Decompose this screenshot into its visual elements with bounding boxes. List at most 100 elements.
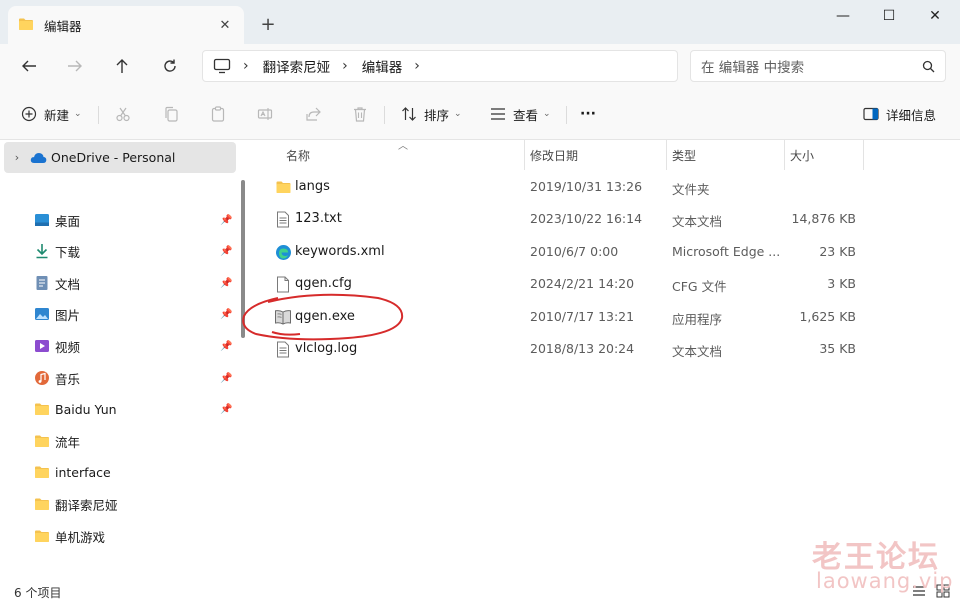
column-type[interactable]: 类型: [672, 147, 696, 164]
edge-icon: [274, 243, 292, 261]
item-count: 6 个项目: [14, 586, 62, 600]
file-date: 2023/10/22 16:14: [530, 211, 643, 226]
chevron-down-icon: ⌄: [74, 109, 82, 119]
file-row-langs[interactable]: langs 2019/10/31 13:26 文件夹: [270, 171, 864, 203]
pin-icon[interactable]: 📌: [220, 215, 232, 226]
view-button[interactable]: 查看 ⌄: [489, 102, 551, 126]
sidebar-item-desktop[interactable]: 桌面 📌: [0, 206, 240, 234]
pin-icon[interactable]: 📌: [220, 404, 232, 415]
desktop-icon: [34, 212, 50, 228]
sidebar-item-downloads[interactable]: 下载 📌: [0, 237, 240, 265]
paste-icon[interactable]: [207, 103, 229, 125]
file-name: qgen.cfg: [295, 276, 352, 291]
sort-ascending-icon: ︿: [398, 141, 408, 152]
details-pane-button[interactable]: 详细信息: [862, 102, 936, 126]
sidebar-item-label: 翻译索尼娅: [55, 497, 118, 513]
sidebar-item-label: 单机游戏: [55, 529, 106, 545]
file-name: vlclog.log: [295, 341, 358, 356]
forward-button[interactable]: [60, 52, 90, 80]
refresh-button[interactable]: [155, 52, 185, 80]
sidebar-item-pictures[interactable]: 图片 📌: [0, 300, 240, 328]
file-row-qgen-exe[interactable]: qgen.exe 2010/7/17 13:21 应用程序 1,625 KB: [270, 301, 864, 333]
column-name[interactable]: 名称: [286, 147, 310, 164]
folder-icon: [34, 496, 50, 512]
folder-icon: [34, 433, 50, 449]
breadcrumb-item-parent[interactable]: 翻译索尼娅: [263, 56, 331, 76]
cut-icon[interactable]: [112, 103, 134, 125]
up-button[interactable]: [107, 52, 137, 80]
sidebar-scrollbar[interactable]: [241, 180, 245, 338]
pin-icon[interactable]: 📌: [220, 341, 232, 352]
sidebar-item-label: Baidu Yun: [55, 401, 117, 417]
file-row-keywords-xml[interactable]: keywords.xml 2010/6/7 0:00 Microsoft Edg…: [270, 236, 864, 268]
column-divider[interactable]: [863, 140, 864, 170]
file-name: 123.txt: [295, 211, 342, 226]
column-header-row: ︿ 名称 修改日期 类型 大小: [252, 140, 864, 170]
file-name: keywords.xml: [295, 244, 385, 259]
sidebar-item-interface[interactable]: interface: [0, 458, 240, 486]
file-type: 文本文档: [672, 344, 723, 359]
sidebar-item-liunian[interactable]: 流年: [0, 427, 240, 455]
maximize-button[interactable]: ☐: [866, 0, 912, 32]
file-list: ︿ 名称 修改日期 类型 大小 langs 2019/10/31 13:26 文…: [252, 140, 960, 575]
arrow-up-icon: [116, 59, 128, 73]
sidebar-item-baidu-yun[interactable]: Baidu Yun 📌: [0, 395, 240, 423]
arrow-right-icon: [68, 60, 82, 72]
file-row-vlclog-log[interactable]: vlclog.log 2018/8/13 20:24 文本文档 35 KB: [270, 333, 864, 365]
file-date: 2010/7/17 13:21: [530, 309, 635, 324]
more-options-button[interactable]: ···: [580, 102, 596, 126]
picture-icon: [34, 306, 50, 322]
sidebar-item-onedrive[interactable]: › OneDrive - Personal: [4, 142, 236, 173]
chevron-right-icon[interactable]: ›: [414, 58, 420, 74]
folder-icon: [274, 178, 292, 196]
file-type: 应用程序: [672, 312, 723, 327]
file-size: 35 KB: [819, 341, 856, 356]
search-placeholder: 在 编辑器 中搜索: [701, 60, 805, 76]
sidebar-item-single-player-games[interactable]: 单机游戏: [0, 522, 240, 550]
sort-icon: [400, 105, 418, 123]
file-size: 14,876 KB: [791, 211, 856, 226]
cloud-icon: [30, 152, 47, 164]
sidebar-item-videos[interactable]: 视频 📌: [0, 332, 240, 360]
chevron-right-icon: ›: [342, 58, 348, 74]
sort-button[interactable]: 排序 ⌄: [400, 102, 462, 126]
search-input[interactable]: 在 编辑器 中搜索: [690, 50, 946, 82]
navigation-pane: › OneDrive - Personal 桌面 📌 下载 📌 文档 📌 图片 …: [0, 140, 242, 575]
column-date[interactable]: 修改日期: [530, 147, 578, 164]
column-size[interactable]: 大小: [790, 147, 814, 164]
folder-icon: [34, 528, 50, 544]
breadcrumb-item-current[interactable]: 编辑器: [362, 56, 403, 76]
file-row-123-txt[interactable]: 123.txt 2023/10/22 16:14 文本文档 14,876 KB: [270, 203, 864, 235]
sidebar-item-label: 音乐: [55, 371, 81, 387]
chevron-right-icon[interactable]: ›: [4, 151, 30, 164]
close-window-button[interactable]: ✕: [912, 0, 958, 32]
back-button[interactable]: [14, 52, 44, 80]
close-tab-icon[interactable]: ✕: [216, 16, 234, 34]
minimize-button[interactable]: —: [820, 0, 866, 32]
column-divider[interactable]: [524, 140, 525, 170]
pin-icon[interactable]: 📌: [220, 309, 232, 320]
search-icon: [922, 60, 935, 73]
file-type: Microsoft Edge ...: [672, 244, 781, 259]
pin-icon[interactable]: 📌: [220, 246, 232, 257]
rename-icon[interactable]: [254, 103, 276, 125]
share-icon[interactable]: [302, 103, 324, 125]
folder-icon: [34, 401, 50, 417]
sidebar-item-label: 流年: [55, 434, 81, 450]
sidebar-item-documents[interactable]: 文档 📌: [0, 269, 240, 297]
new-tab-button[interactable]: +: [258, 14, 278, 35]
delete-icon[interactable]: [349, 103, 371, 125]
sidebar-item-translate-sonia[interactable]: 翻译索尼娅: [0, 490, 240, 518]
file-row-qgen-cfg[interactable]: qgen.cfg 2024/2/21 14:20 CFG 文件 3 KB: [270, 268, 864, 300]
address-bar[interactable]: › 翻译索尼娅 › 编辑器 ›: [202, 50, 678, 82]
file-icon: [274, 275, 292, 293]
sidebar-item-music[interactable]: 音乐 📌: [0, 364, 240, 392]
copy-icon[interactable]: [160, 103, 182, 125]
column-divider[interactable]: [666, 140, 667, 170]
new-button[interactable]: 新建 ⌄: [20, 102, 82, 126]
chevron-down-icon: ⌄: [543, 109, 551, 119]
column-divider[interactable]: [784, 140, 785, 170]
tab-editor[interactable]: 编辑器 ✕: [8, 6, 244, 44]
pin-icon[interactable]: 📌: [220, 278, 232, 289]
pin-icon[interactable]: 📌: [220, 373, 232, 384]
